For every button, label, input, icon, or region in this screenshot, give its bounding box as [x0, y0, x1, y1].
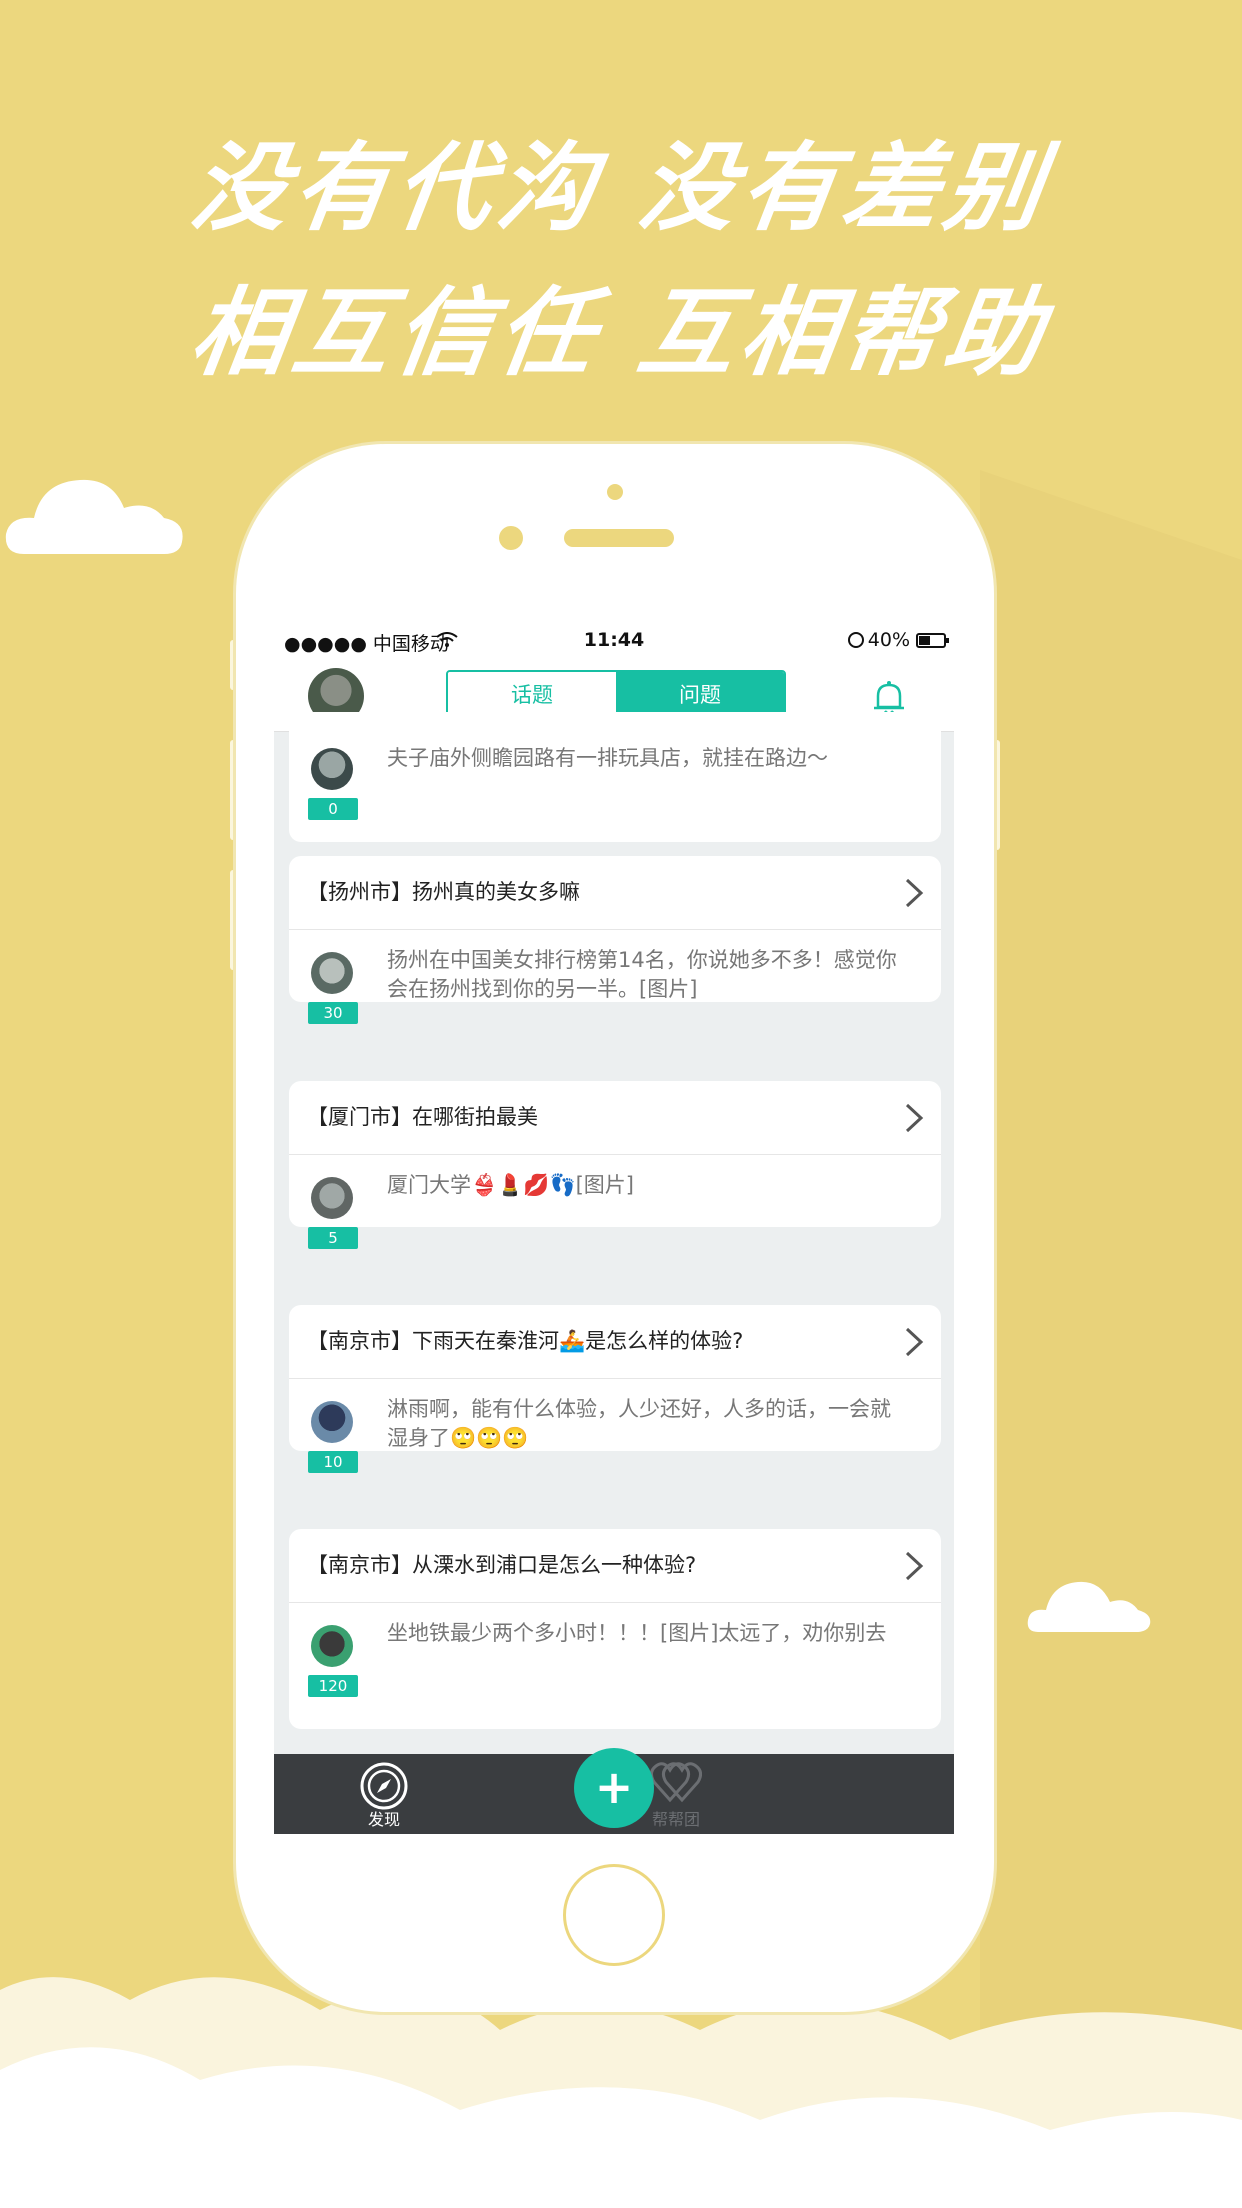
app-screen: ●●●●● 中国移动 11:44 40% 话题 问题 0 夫子庙外侧瞻园路有一排…	[274, 622, 954, 1834]
answer-count-badge: 0	[308, 798, 358, 820]
answer-avatar	[311, 1177, 353, 1219]
answer-avatar	[311, 1625, 353, 1667]
hearts-icon	[649, 1762, 703, 1803]
answer-text: 夫子庙外侧瞻园路有一排玩具店，就挂在路边～	[387, 746, 828, 770]
chevron-right-icon	[905, 1103, 924, 1133]
bell-icon[interactable]	[872, 680, 906, 716]
question-title-row[interactable]: 【南京市】从溧水到浦口是怎么一种体验?	[289, 1529, 941, 1603]
chevron-right-icon	[905, 1327, 924, 1357]
phone-camera	[499, 526, 523, 550]
compass-icon	[360, 1762, 408, 1810]
answer-avatar	[311, 952, 353, 994]
answer-count-badge: 120	[308, 1675, 358, 1697]
question-title-row[interactable]: 【厦门市】在哪街拍最美	[289, 1081, 941, 1155]
question-card[interactable]: 0 夫子庙外侧瞻园路有一排玩具店，就挂在路边～	[289, 712, 941, 842]
phone-sensor	[607, 484, 623, 500]
status-bar: ●●●●● 中国移动 11:44 40%	[274, 622, 954, 660]
question-title-row[interactable]: 【扬州市】扬州真的美女多嘛	[289, 856, 941, 930]
battery-percent: 40%	[867, 629, 910, 651]
question-title-row[interactable]: 【南京市】下雨天在秦淮河🚣是怎么样的体验?	[289, 1305, 941, 1379]
answer-text: 扬州在中国美女排行榜第14名，你说她多不多！感觉你会在扬州找到你的另一半。[图片…	[387, 948, 897, 1001]
question-title: 【厦门市】在哪街拍最美	[307, 1105, 538, 1129]
battery-status: 40%	[847, 629, 910, 651]
battery-icon	[916, 633, 949, 648]
question-title: 【南京市】下雨天在秦淮河🚣是怎么样的体验?	[307, 1329, 744, 1353]
answer-avatar	[311, 1401, 353, 1443]
question-card[interactable]: 【南京市】从溧水到浦口是怎么一种体验? 120 坐地铁最少两个多小时！！！[图片…	[289, 1529, 941, 1729]
answer-text: 坐地铁最少两个多小时！！！[图片]太远了，劝你别去	[387, 1621, 887, 1645]
question-card[interactable]: 【扬州市】扬州真的美女多嘛 30 扬州在中国美女排行榜第14名，你说她多不多！感…	[289, 856, 941, 1024]
phone-side-button	[994, 740, 1000, 850]
answer-count-badge: 5	[308, 1227, 358, 1249]
answer-count-badge: 10	[308, 1451, 358, 1473]
phone-speaker	[564, 529, 674, 547]
headline-line-2: 相互信任 互相帮助	[184, 277, 1056, 389]
add-button[interactable]: +	[574, 1748, 654, 1828]
home-button[interactable]	[563, 1864, 665, 1966]
cloud-right	[1027, 1581, 1151, 1632]
chevron-right-icon	[905, 1551, 924, 1581]
answer-text: 厦门大学👙💄💋👣[图片]	[387, 1173, 634, 1197]
chevron-right-icon	[905, 878, 924, 908]
cloud-left	[5, 479, 183, 554]
answer-avatar	[311, 748, 353, 790]
headline-line-1: 没有代沟 没有差别	[184, 132, 1056, 244]
question-title: 【南京市】从溧水到浦口是怎么一种体验?	[307, 1553, 697, 1577]
question-card[interactable]: 【南京市】下雨天在秦淮河🚣是怎么样的体验? 10 淋雨啊，能有什么体验，人少还好…	[289, 1305, 941, 1473]
lock-icon	[847, 632, 864, 648]
tab-discover-label: 发现	[367, 1810, 400, 1829]
answer-count-badge: 30	[308, 1002, 358, 1024]
answer-text: 淋雨啊，能有什么体验，人少还好，人多的话，一会就湿身了🙄🙄🙄	[387, 1397, 891, 1450]
question-title: 【扬州市】扬州真的美女多嘛	[307, 880, 580, 904]
question-card[interactable]: 【厦门市】在哪街拍最美 5 厦门大学👙💄💋👣[图片]	[289, 1081, 941, 1249]
